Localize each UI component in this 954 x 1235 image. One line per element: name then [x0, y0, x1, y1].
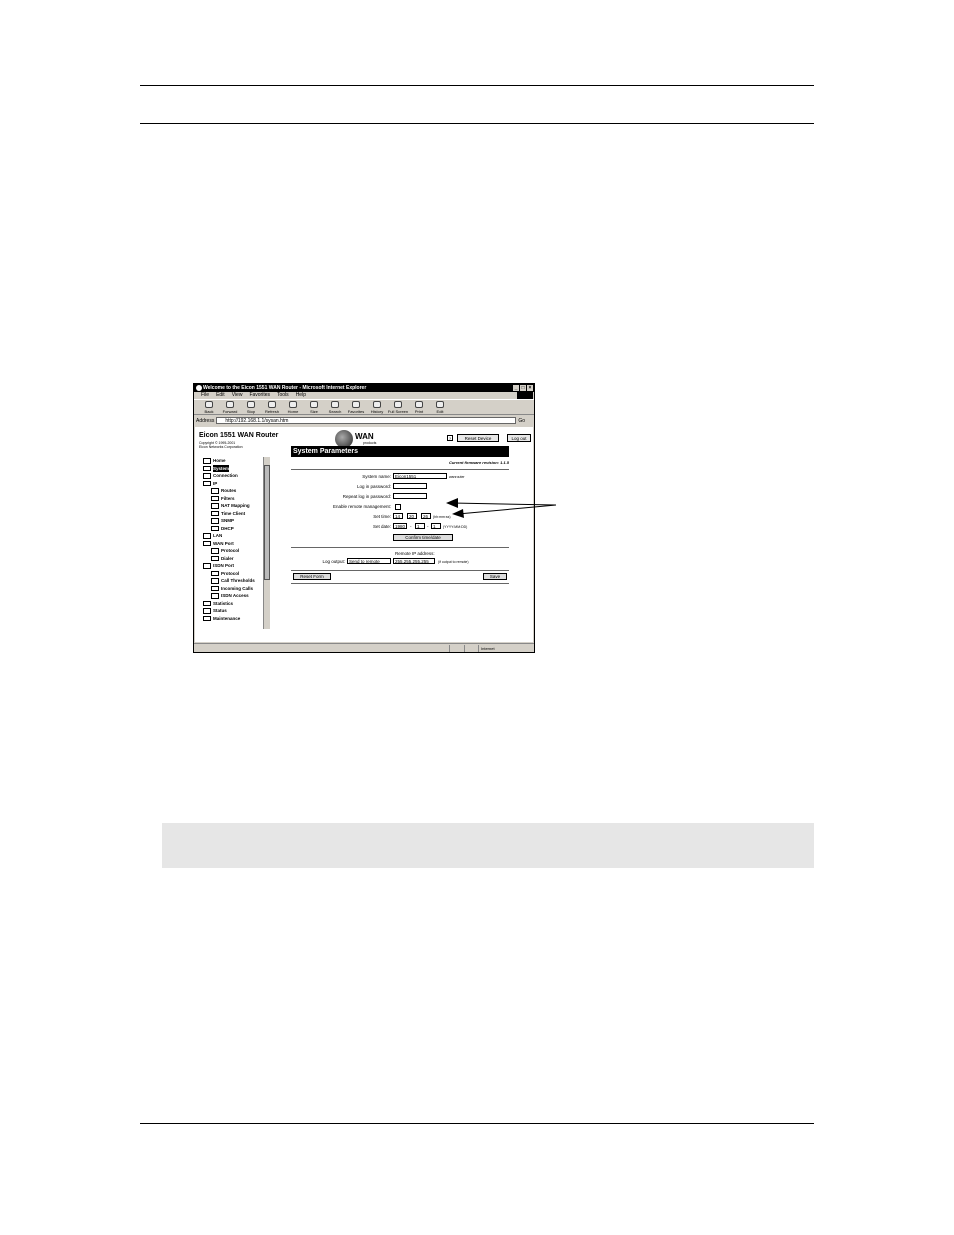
footer-rule: [140, 1123, 814, 1124]
callout-arrows: [446, 498, 557, 518]
note-box: [162, 823, 814, 868]
